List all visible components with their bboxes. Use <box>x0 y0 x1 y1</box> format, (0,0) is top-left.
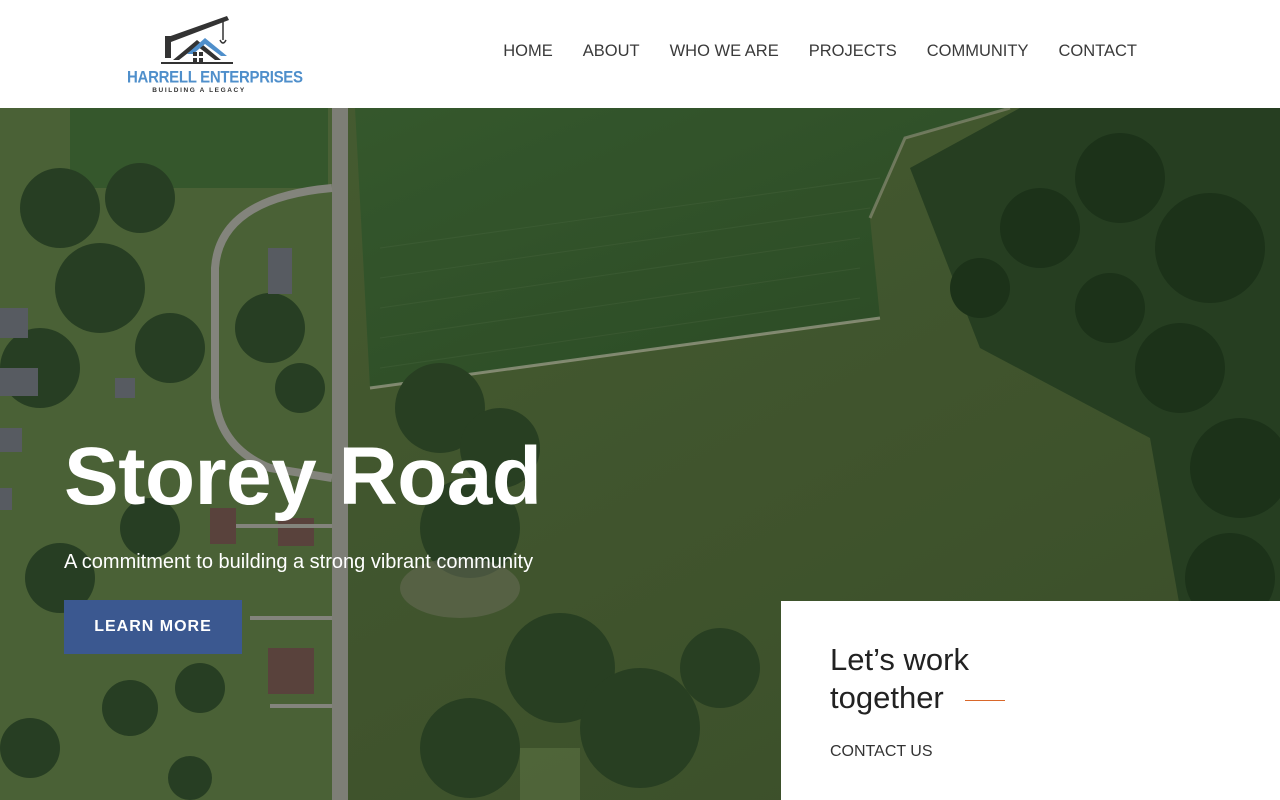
brand-logo[interactable]: HARRELL ENTERPRISES BUILDING A LEGACY <box>127 14 303 96</box>
contact-card: Let’s work together CONTACT US <box>781 601 1280 800</box>
learn-more-button[interactable]: LEARN MORE <box>64 600 242 654</box>
nav-community[interactable]: COMMUNITY <box>927 42 1029 61</box>
site-header: HARRELL ENTERPRISES BUILDING A LEGACY HO… <box>0 0 1280 108</box>
nav-who-we-are[interactable]: WHO WE ARE <box>670 42 779 61</box>
nav-about[interactable]: ABOUT <box>583 42 640 61</box>
crane-house-logo-icon <box>161 16 233 64</box>
main-nav: HOME ABOUT WHO WE ARE PROJECTS COMMUNITY… <box>503 42 1137 61</box>
brand-tagline: BUILDING A LEGACY <box>152 87 246 94</box>
nav-home[interactable]: HOME <box>503 42 553 61</box>
card-title: Let’s work together <box>830 642 969 715</box>
hero-subtitle: A commitment to building a strong vibran… <box>64 551 534 573</box>
nav-projects[interactable]: PROJECTS <box>809 42 897 61</box>
contact-us-link[interactable]: CONTACT US <box>830 743 933 761</box>
hero-title: Storey Road <box>64 431 542 522</box>
card-accent-rule <box>965 700 1005 701</box>
nav-contact[interactable]: CONTACT <box>1058 42 1137 61</box>
brand-name: HARRELL ENTERPRISES <box>127 68 303 87</box>
